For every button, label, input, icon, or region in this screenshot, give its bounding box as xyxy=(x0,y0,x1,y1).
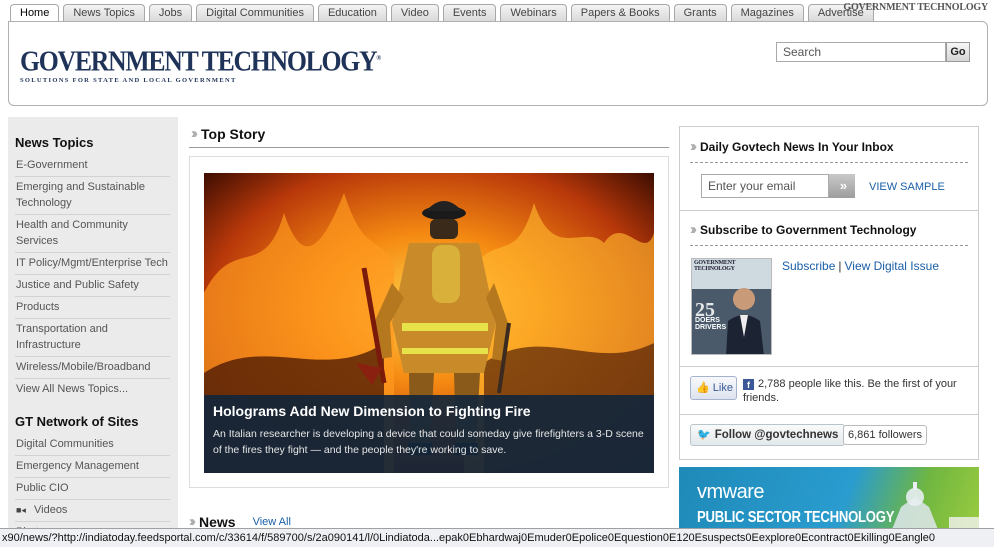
right-sidebar: ›› Daily Govtech News In Your Inbox » VI… xyxy=(679,126,979,460)
cover-headline: DOERS DRIVERS xyxy=(695,317,727,331)
tab-events[interactable]: Events xyxy=(442,4,497,22)
tab-news-topics[interactable]: News Topics xyxy=(63,4,145,22)
tab-home[interactable]: Home xyxy=(10,4,60,22)
divider xyxy=(680,414,978,415)
top-story-title: Top Story xyxy=(201,125,266,142)
search-go-button[interactable]: Go xyxy=(946,42,970,62)
sidebar-item-justice-safety[interactable]: Justice and Public Safety xyxy=(15,275,170,297)
like-label: Like xyxy=(712,382,733,394)
gt-network-heading: GT Network of Sites xyxy=(15,414,139,429)
thumbs-up-icon: 👍 xyxy=(696,382,710,394)
sidebar-item-emergency-management[interactable]: Emergency Management xyxy=(15,456,170,478)
tab-jobs[interactable]: Jobs xyxy=(148,4,193,22)
sidebar-item-transportation[interactable]: Transportation and Infrastructure xyxy=(15,319,170,357)
logo-tagline: SOLUTIONS FOR STATE AND LOCAL GOVERNMENT xyxy=(20,77,237,85)
tab-education[interactable]: Education xyxy=(317,4,387,22)
top-brand-link[interactable]: GOVERNMENT TECHNOLOGY xyxy=(843,2,988,13)
top-nav-tabs: Home News Topics Jobs Digital Communitie… xyxy=(10,4,874,22)
twitter-bird-icon: 🐦 xyxy=(697,429,711,441)
sidebar-item-e-government[interactable]: E-Government xyxy=(15,155,170,177)
divider xyxy=(189,147,669,148)
chevron-right-icon: ›› xyxy=(690,138,697,155)
story-summary: An Italian researcher is developing a de… xyxy=(213,428,644,456)
tab-magazines[interactable]: Magazines xyxy=(730,4,804,22)
follow-label: Follow @govtechnews xyxy=(714,429,839,441)
subscribe-title: Subscribe to Government Technology xyxy=(700,222,917,237)
sidebar-item-videos[interactable]: ■◂ Videos xyxy=(15,500,170,522)
news-topics-heading: News Topics xyxy=(15,135,94,150)
tab-papers-books[interactable]: Papers & Books xyxy=(570,4,670,22)
subscribe-link[interactable]: Subscribe xyxy=(782,259,835,273)
vmware-logo: vmware xyxy=(697,481,765,503)
sidebar-item-health-community[interactable]: Health and Community Services xyxy=(15,215,170,253)
subscribe-section: ›› Subscribe to Government Technology xyxy=(690,221,968,246)
sidebar-item-products[interactable]: Products xyxy=(15,297,170,319)
twitter-followers-count: 6,861 followers xyxy=(843,425,927,445)
news-view-all-link[interactable]: View All xyxy=(253,516,291,528)
chevron-right-icon: ›› xyxy=(191,125,198,142)
sidebar-item-emerging-technology[interactable]: Emerging and Sustainable Technology xyxy=(15,177,170,215)
sidebar-item-videos-label: Videos xyxy=(34,504,68,516)
sidebar-item-digital-communities[interactable]: Digital Communities xyxy=(15,434,170,456)
tab-video[interactable]: Video xyxy=(390,4,439,22)
twitter-follow-button[interactable]: 🐦 Follow @govtechnews xyxy=(690,424,846,446)
site-header: GOVERNMENT TECHNOLOGY® SOLUTIONS FOR STA… xyxy=(8,21,988,106)
chevron-right-icon: ›› xyxy=(690,221,697,238)
facebook-like-count: f 2,788 people like this. Be the first of… xyxy=(743,377,975,405)
tab-digital-communities[interactable]: Digital Communities xyxy=(196,4,314,22)
top-story-heading: ›› Top Story xyxy=(191,125,265,142)
newsletter-heading: ›› Daily Govtech News In Your Inbox xyxy=(690,138,968,163)
link-separator: | xyxy=(838,259,842,273)
story-headline[interactable]: Holograms Add New Dimension to Fighting … xyxy=(213,403,645,419)
view-digital-issue-link[interactable]: View Digital Issue xyxy=(845,259,940,273)
site-logo[interactable]: GOVERNMENT TECHNOLOGY® SOLUTIONS FOR STA… xyxy=(20,44,413,85)
sidebar-item-it-policy[interactable]: IT Policy/Mgmt/Enterprise Tech xyxy=(15,253,170,275)
search-input[interactable] xyxy=(776,42,946,62)
left-sidebar: News Topics E-Government Emerging and Su… xyxy=(8,117,178,547)
cover-masthead: GOVERNMENT TECHNOLOGY xyxy=(694,260,736,272)
facebook-like-text: 2,788 people like this. Be the first of … xyxy=(743,378,957,404)
tab-webinars[interactable]: Webinars xyxy=(500,4,567,22)
tab-grants[interactable]: Grants xyxy=(673,4,727,22)
sidebar-item-view-all-topics[interactable]: View All News Topics... xyxy=(15,379,170,400)
facebook-like-button[interactable]: 👍 Like xyxy=(690,376,737,400)
video-camera-icon: ■◂ xyxy=(16,505,26,515)
sidebar-item-public-cio[interactable]: Public CIO xyxy=(15,478,170,500)
subscribe-links: Subscribe | View Digital Issue xyxy=(782,259,939,273)
newsletter-form: » xyxy=(701,174,855,198)
registered-mark: ® xyxy=(376,54,382,62)
view-sample-link[interactable]: VIEW SAMPLE xyxy=(869,181,945,193)
subscribe-heading: ›› Subscribe to Government Technology xyxy=(690,221,968,246)
email-input[interactable] xyxy=(701,174,829,198)
magazine-cover[interactable]: GOVERNMENT TECHNOLOGY 25 DOERS DRIVERS xyxy=(691,258,772,355)
facebook-icon: f xyxy=(743,379,754,390)
email-submit-button[interactable]: » xyxy=(829,174,855,198)
vmware-ad-banner[interactable]: vmware PUBLIC SECTOR TECHNOLOGY xyxy=(679,467,979,537)
divider xyxy=(680,210,978,211)
browser-status-bar: x90/news/?http://indiatoday.feedsportal.… xyxy=(0,528,994,547)
story-caption: Holograms Add New Dimension to Fighting … xyxy=(204,395,654,473)
firefighter-story-image[interactable]: Holograms Add New Dimension to Fighting … xyxy=(204,173,654,473)
newsletter-title: Daily Govtech News In Your Inbox xyxy=(700,139,894,154)
sidebar-item-wireless[interactable]: Wireless/Mobile/Broadband xyxy=(15,357,170,379)
divider xyxy=(680,366,978,367)
ad-headline: PUBLIC SECTOR TECHNOLOGY xyxy=(697,509,895,526)
newsletter-section: ›› Daily Govtech News In Your Inbox xyxy=(690,138,968,163)
top-story-card: Holograms Add New Dimension to Fighting … xyxy=(189,156,669,488)
logo-wordmark: GOVERNMENT TECHNOLOGY® xyxy=(20,46,382,78)
search-form: Go xyxy=(776,42,970,62)
